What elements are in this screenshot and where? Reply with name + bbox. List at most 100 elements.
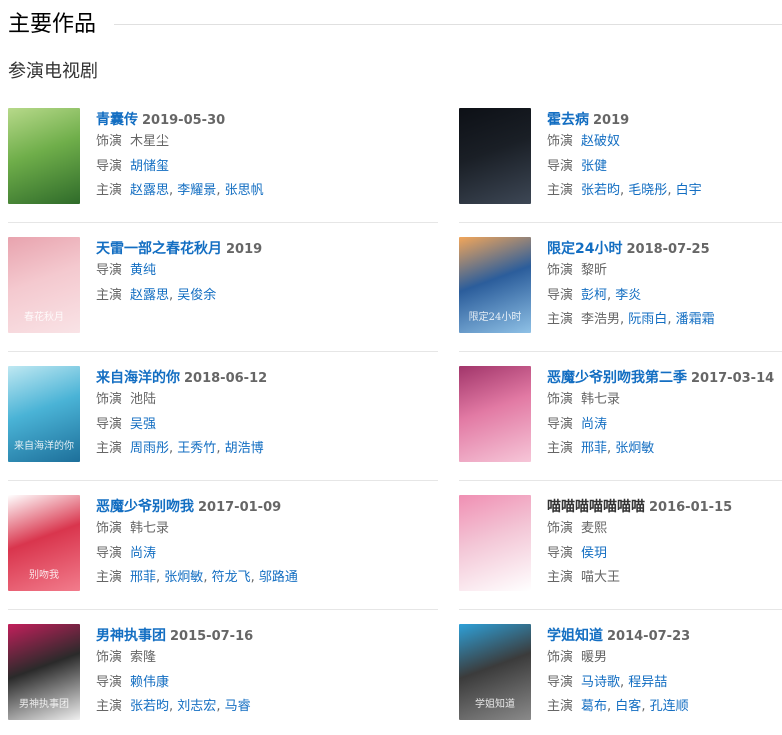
director-row: 导演 彭柯, 李炎 bbox=[547, 284, 782, 309]
work-title-link[interactable]: 限定24小时 bbox=[547, 241, 622, 257]
poster-caption: 限定24小时 bbox=[468, 312, 522, 323]
work-card: 限定24小时 限定24小时 2018-07-25 饰演 黎昕 导演 彭柯, 李炎 主演 李浩男,… bbox=[459, 237, 779, 337]
row-divider bbox=[8, 609, 438, 610]
cast-name[interactable]: 孔连顺 bbox=[650, 699, 689, 714]
cast-name[interactable]: 赵露思 bbox=[130, 288, 169, 303]
work-title-link[interactable]: 恶魔少爷别吻我 bbox=[96, 499, 194, 515]
director-name[interactable]: 彭柯 bbox=[581, 288, 607, 303]
director-row: 导演 尚涛 bbox=[96, 542, 336, 567]
cast-label: 主演 bbox=[547, 441, 574, 456]
poster-image[interactable]: 限定24小时 bbox=[459, 237, 531, 333]
cast-name[interactable]: 张炯敏 bbox=[164, 570, 203, 585]
role-name: 池陆 bbox=[130, 392, 157, 407]
cast-name[interactable]: 张炯敏 bbox=[615, 441, 654, 456]
release-date: 2019 bbox=[593, 113, 630, 128]
work-title-link[interactable]: 恶魔少爷别吻我第二季 bbox=[547, 370, 687, 386]
role-label: 饰演 bbox=[96, 134, 123, 149]
title-row: 限定24小时 2018-07-25 bbox=[547, 237, 782, 259]
role-row: 饰演 赵破奴 bbox=[547, 130, 782, 155]
director-name[interactable]: 赖伟康 bbox=[130, 675, 169, 690]
work-card: 学姐知道 学姐知道 2014-07-23 饰演 暖男 导演 马诗歌, 程异喆 主演 葛布, 白客… bbox=[459, 624, 779, 724]
director-label: 导演 bbox=[547, 158, 574, 174]
director-name[interactable]: 尚涛 bbox=[581, 417, 607, 432]
director-name[interactable]: 黄纯 bbox=[130, 263, 156, 278]
cast-name[interactable]: 马睿 bbox=[225, 699, 251, 714]
release-date: 2016-01-15 bbox=[649, 500, 733, 515]
cast-name[interactable]: 邬路通 bbox=[259, 570, 298, 585]
cast-name[interactable]: 王秀竹 bbox=[177, 441, 216, 456]
director-name[interactable]: 尚涛 bbox=[130, 546, 156, 561]
poster-image[interactable]: 春花秋月 bbox=[8, 237, 80, 333]
work-title-link[interactable]: 霍去病 bbox=[547, 112, 589, 128]
work-card: 恶魔少爷别吻我第二季 2017-03-14 饰演 韩七录 导演 尚涛 主演 邢菲, 张炯敏 bbox=[459, 366, 779, 466]
cast-name[interactable]: 邢菲 bbox=[130, 570, 156, 585]
cast-name[interactable]: 白宇 bbox=[676, 183, 702, 198]
work-title-link[interactable]: 喵喵喵喵喵喵喵 bbox=[547, 499, 645, 515]
poster-image[interactable]: 别吻我 bbox=[8, 495, 80, 591]
work-info: 恶魔少爷别吻我 2017-01-09 饰演 韩七录 导演 尚涛 主演 邢菲, 张炯敏, 符龙飞… bbox=[96, 495, 336, 591]
cast-name[interactable]: 阮雨白 bbox=[628, 312, 667, 327]
cast-name[interactable]: 张若昀 bbox=[581, 183, 620, 198]
role-name[interactable]: 赵破奴 bbox=[581, 134, 620, 149]
cast-row: 主演 喵大王 bbox=[547, 566, 782, 591]
director-name[interactable]: 侯玥 bbox=[581, 546, 607, 561]
cast-row: 主演 周雨彤, 王秀竹, 胡浩博 bbox=[96, 437, 336, 462]
role-row: 饰演 麦熙 bbox=[547, 517, 782, 542]
poster-caption: 男神执事团 bbox=[19, 699, 69, 710]
cast-name[interactable]: 周雨彤 bbox=[130, 441, 169, 456]
name-separator: , bbox=[203, 570, 212, 585]
poster-image[interactable] bbox=[459, 108, 531, 204]
cast-name[interactable]: 赵露思 bbox=[130, 183, 169, 198]
cast-name: 喵大王 bbox=[581, 570, 621, 585]
work-title-link[interactable]: 来自海洋的你 bbox=[96, 370, 180, 386]
role-label: 饰演 bbox=[547, 650, 574, 665]
poster-image[interactable]: 学姐知道 bbox=[459, 624, 531, 720]
director-row: 导演 胡储玺 bbox=[96, 155, 336, 180]
cast-label: 主演 bbox=[547, 570, 574, 585]
work-info: 霍去病 2019 饰演 赵破奴 导演 张健 主演 张若昀, 毛晓彤, 白宇 bbox=[547, 108, 782, 204]
director-row: 导演 马诗歌, 程异喆 bbox=[547, 671, 782, 696]
role-name: 暖男 bbox=[581, 650, 608, 665]
work-title-link[interactable]: 学姐知道 bbox=[547, 628, 603, 644]
cast-name[interactable]: 白客 bbox=[615, 699, 641, 714]
poster-image[interactable] bbox=[459, 366, 531, 462]
director-name[interactable]: 马诗歌 bbox=[581, 675, 620, 690]
cast-name[interactable]: 张思帆 bbox=[225, 183, 264, 198]
role-label: 饰演 bbox=[547, 263, 574, 278]
director-label: 导演 bbox=[96, 545, 123, 561]
cast-name[interactable]: 胡浩博 bbox=[225, 441, 264, 456]
cast-name[interactable]: 葛布 bbox=[581, 699, 607, 714]
title-row: 喵喵喵喵喵喵喵 2016-01-15 bbox=[547, 495, 782, 517]
work-title-link[interactable]: 青囊传 bbox=[96, 112, 138, 128]
work-title-link[interactable]: 男神执事团 bbox=[96, 628, 166, 644]
cast-name[interactable]: 潘霜霜 bbox=[676, 312, 715, 327]
director-name[interactable]: 吴强 bbox=[130, 417, 156, 432]
sub-title: 参演电视剧 bbox=[8, 61, 98, 82]
poster-image[interactable] bbox=[459, 495, 531, 591]
poster-image[interactable]: 男神执事团 bbox=[8, 624, 80, 720]
director-name[interactable]: 胡储玺 bbox=[130, 159, 169, 174]
director-row: 导演 侯玥 bbox=[547, 542, 782, 567]
work-card: 男神执事团 男神执事团 2015-07-16 饰演 索隆 导演 赖伟康 主演 张若昀, 刘志宏,… bbox=[8, 624, 328, 724]
cast-name[interactable]: 吴俊余 bbox=[177, 288, 216, 303]
role-row: 饰演 韩七录 bbox=[96, 517, 336, 542]
section-header: 主要作品 bbox=[8, 10, 782, 40]
cast-name[interactable]: 毛晓彤 bbox=[628, 183, 667, 198]
cast-row: 主演 张若昀, 刘志宏, 马睿 bbox=[96, 695, 336, 720]
work-title-link[interactable]: 天雷一部之春花秋月 bbox=[96, 241, 222, 257]
cast-name[interactable]: 李耀景 bbox=[177, 183, 216, 198]
poster-image[interactable]: 来自海洋的你 bbox=[8, 366, 80, 462]
cast-name[interactable]: 张若昀 bbox=[130, 699, 169, 714]
director-row: 导演 张健 bbox=[547, 155, 782, 180]
director-name[interactable]: 程异喆 bbox=[628, 675, 667, 690]
cast-name[interactable]: 邢菲 bbox=[581, 441, 607, 456]
role-name: 索隆 bbox=[130, 650, 157, 665]
work-info: 男神执事团 2015-07-16 饰演 索隆 导演 赖伟康 主演 张若昀, 刘志宏, 马睿 bbox=[96, 624, 336, 720]
role-name: 麦熙 bbox=[581, 521, 608, 536]
cast-name[interactable]: 刘志宏 bbox=[177, 699, 216, 714]
director-name[interactable]: 张健 bbox=[581, 159, 607, 174]
director-name[interactable]: 李炎 bbox=[615, 288, 641, 303]
work-info: 恶魔少爷别吻我第二季 2017-03-14 饰演 韩七录 导演 尚涛 主演 邢菲, 张炯敏 bbox=[547, 366, 782, 462]
cast-name[interactable]: 符龙飞 bbox=[212, 570, 251, 585]
poster-image[interactable] bbox=[8, 108, 80, 204]
